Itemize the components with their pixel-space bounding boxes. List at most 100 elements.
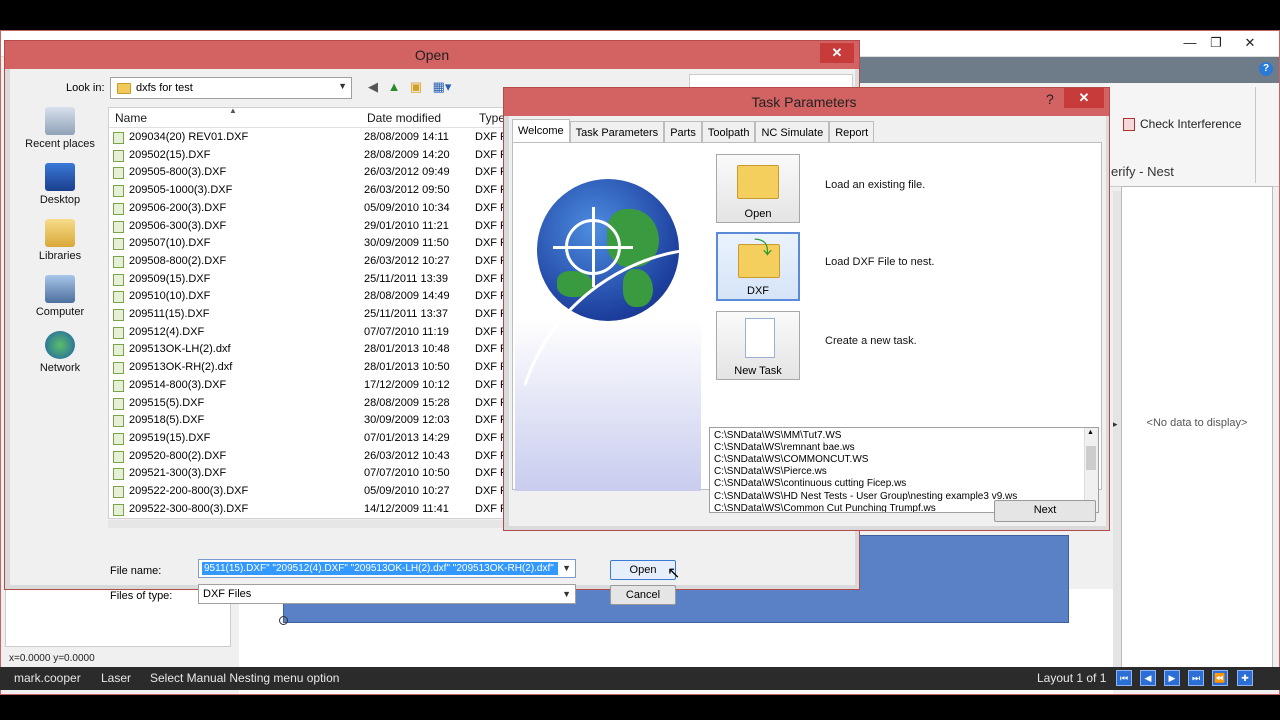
help-icon[interactable]: ? — [1046, 91, 1054, 107]
open-dialog-titlebar[interactable]: Open ✕ — [5, 41, 859, 69]
file-row[interactable]: 209518(5).DXF 30/09/2009 12:03 DXF F — [109, 412, 509, 429]
task-dialog-titlebar[interactable]: Task Parameters ? ✕ — [504, 88, 1109, 116]
view-menu-icon[interactable]: ▦▾ — [430, 79, 454, 95]
file-date-cell: 25/11/2011 13:37 — [364, 308, 449, 320]
recent-file-item[interactable]: C:\SNData\WS\MM\Tut7.WS — [714, 430, 841, 442]
file-name-cell: 209506-200(3).DXF — [129, 201, 227, 214]
file-row[interactable]: 209506-200(3).DXF 05/09/2010 10:34 DXF F — [109, 200, 509, 217]
file-row[interactable]: 209505-800(3).DXF 26/03/2012 09:49 DXF F — [109, 164, 509, 181]
app-close-button[interactable]: ✕ — [1235, 33, 1265, 53]
recent-file-item[interactable]: C:\SNData\WS\COMMONCUT.WS — [714, 454, 868, 466]
cancel-button[interactable]: Cancel — [610, 585, 676, 605]
column-type[interactable]: Type — [479, 111, 505, 125]
chevron-right-icon[interactable]: ▸ — [1113, 419, 1118, 430]
file-name-cell: 209520-800(2).DXF — [129, 449, 227, 462]
file-row[interactable]: 209511(15).DXF 25/11/2011 13:37 DXF F — [109, 306, 509, 323]
file-row[interactable]: 209520-800(2).DXF 26/03/2012 10:43 DXF F — [109, 448, 509, 465]
close-icon[interactable]: ✕ — [820, 43, 854, 63]
file-row[interactable]: 209506-300(3).DXF 29/01/2010 11:21 DXF F — [109, 218, 509, 235]
last-layout-icon[interactable]: ⏭ — [1188, 670, 1204, 686]
file-row[interactable]: 209514-800(3).DXF 17/12/2009 10:12 DXF F — [109, 377, 509, 394]
scrollbar-thumb[interactable] — [1086, 446, 1096, 470]
tab-task-parameters[interactable]: Task Parameters — [569, 121, 665, 143]
file-row[interactable]: 209513OK-RH(2).dxf 28/01/2013 10:50 DXF F — [109, 359, 509, 376]
scroll-up-icon[interactable]: ▲ — [1087, 429, 1094, 436]
new-document-icon — [745, 318, 775, 358]
dxf-file-icon — [113, 273, 124, 286]
chevron-down-icon: ▼ — [562, 589, 571, 599]
file-row[interactable]: 209522-200-800(3).DXF 05/09/2010 10:27 DXF… — [109, 483, 509, 500]
status-machine: Laser — [101, 671, 132, 685]
up-folder-icon[interactable]: ▲ — [386, 79, 402, 95]
file-list[interactable]: Name ▲ Date modified Type 209034(20) REV… — [108, 107, 510, 519]
back-icon[interactable]: ◀ — [365, 79, 381, 95]
chevron-down-icon[interactable]: ▼ — [562, 563, 571, 573]
column-date-modified[interactable]: Date modified — [367, 111, 441, 125]
panel-splitter[interactable] — [1113, 191, 1121, 681]
file-name-input[interactable]: 9511(15).DXF" "209512(4).DXF" "209513OK-… — [198, 559, 576, 578]
dxf-file-icon — [113, 450, 124, 463]
dxf-file-icon — [113, 415, 124, 428]
open-file-button[interactable]: Open — [716, 154, 800, 223]
status-message: Select Manual Nesting menu option — [150, 671, 340, 685]
file-row[interactable]: 209519(15).DXF 07/01/2013 14:29 DXF F — [109, 430, 509, 447]
previous-layout-icon[interactable]: ◀ — [1140, 670, 1156, 686]
file-row[interactable]: 209509(15).DXF 25/11/2011 13:39 DXF F — [109, 271, 509, 288]
file-row[interactable]: 209505-1000(3).DXF 26/03/2012 09:50 DXF F — [109, 182, 509, 199]
look-in-dropdown[interactable]: dxfs for test ▼ — [110, 77, 352, 99]
tab-parts[interactable]: Parts — [664, 121, 702, 143]
tab-toolpath[interactable]: Toolpath — [701, 121, 756, 143]
horizontal-scrollbar[interactable] — [108, 520, 510, 528]
next-button[interactable]: Next — [994, 500, 1096, 522]
check-interference-button[interactable]: Check Interference — [1123, 117, 1241, 131]
recent-file-item[interactable]: C:\SNData\WS\Pierce.ws — [714, 466, 827, 478]
new-task-button[interactable]: New Task — [716, 311, 800, 380]
first-layout-icon[interactable]: ⏮ — [1116, 670, 1132, 686]
file-date-cell: 28/08/2009 14:11 — [364, 131, 449, 143]
file-row[interactable]: 209512(4).DXF 07/07/2010 11:19 DXF F — [109, 324, 509, 341]
place-desktop[interactable]: Desktop — [20, 163, 100, 206]
files-of-type-dropdown[interactable]: DXF Files ▼ — [198, 584, 576, 604]
recent-file-item[interactable]: C:\SNData\WS\Common Cut Punching Trumpf.… — [714, 503, 936, 512]
file-row[interactable]: 209522-300-800(3).DXF 14/12/2009 11:41 DXF… — [109, 501, 509, 518]
recent-file-item[interactable]: C:\SNData\WS\HD Nest Tests - User Group\… — [714, 491, 1017, 503]
file-type-cell: DXF F — [475, 219, 507, 232]
file-row[interactable]: 209521-300(3).DXF 07/07/2010 10:50 DXF F — [109, 465, 509, 482]
file-type-cell: DXF F — [475, 485, 507, 497]
file-row[interactable]: 209510(10).DXF 28/08/2009 14:49 DXF F — [109, 288, 509, 305]
files-of-type-value: DXF Files — [203, 588, 252, 600]
restore-button[interactable]: ❐ — [1201, 33, 1231, 53]
file-row[interactable]: 209515(5).DXF 28/08/2009 15:28 DXF F — [109, 395, 509, 412]
rewind-layout-icon[interactable]: ⏪ — [1212, 670, 1228, 686]
place-network[interactable]: Network — [20, 331, 100, 374]
dxf-file-icon — [113, 149, 124, 162]
tab-welcome[interactable]: Welcome — [512, 119, 570, 143]
file-row[interactable]: 209513OK-LH(2).dxf 28/01/2013 10:48 DXF F — [109, 341, 509, 358]
place-libraries[interactable]: Libraries — [20, 219, 100, 262]
load-dxf-description: Load DXF File to nest. — [825, 256, 935, 268]
layout-indicator: Layout 1 of 1 — [1037, 671, 1107, 685]
file-row[interactable]: 209034(20) REV01.DXF 28/08/2009 14:11 DXF … — [109, 129, 509, 146]
dxf-file-icon — [113, 238, 124, 251]
dxf-file-icon — [113, 167, 124, 180]
next-layout-icon[interactable]: ▶ — [1164, 670, 1180, 686]
new-folder-icon[interactable]: ▣ — [408, 79, 424, 95]
tab-nc-simulate[interactable]: NC Simulate — [755, 121, 830, 143]
dxf-file-icon — [113, 309, 124, 321]
file-date-cell: 05/09/2010 10:34 — [364, 201, 450, 214]
file-date-cell: 26/03/2012 09:49 — [364, 166, 450, 179]
recent-file-item[interactable]: C:\SNData\WS\continuous cutting Ficep.ws — [714, 478, 906, 490]
column-name[interactable]: Name — [115, 111, 147, 125]
file-row[interactable]: 209508-800(2).DXF 26/03/2012 10:27 DXF F — [109, 253, 509, 270]
place-recent[interactable]: Recent places — [20, 107, 100, 150]
file-name-cell: 209507(10).DXF — [129, 237, 211, 250]
tab-report[interactable]: Report — [829, 121, 875, 143]
place-computer[interactable]: Computer — [20, 275, 100, 318]
file-row[interactable]: 209502(15).DXF 28/08/2009 14:20 DXF F — [109, 147, 509, 164]
file-row[interactable]: 209507(10).DXF 30/09/2009 11:50 DXF F — [109, 235, 509, 252]
help-icon[interactable]: ? — [1259, 62, 1273, 76]
load-dxf-button[interactable]: ⤵ DXF — [716, 232, 800, 301]
close-icon[interactable]: ✕ — [1064, 88, 1104, 108]
recent-file-item[interactable]: C:\SNData\WS\remnant bae.ws — [714, 442, 855, 454]
add-layout-icon[interactable]: ✚ — [1237, 670, 1253, 686]
